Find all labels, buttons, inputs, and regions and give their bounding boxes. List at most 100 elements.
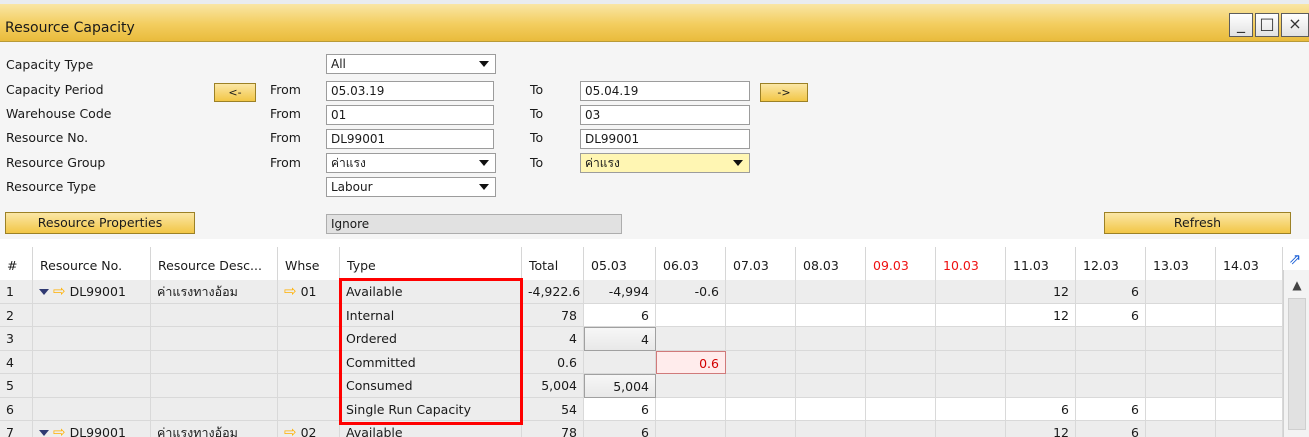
day-cell-1303[interactable] — [1146, 303, 1216, 327]
resource-no-to-input[interactable]: DL99001 — [580, 129, 750, 149]
day-cell-1203[interactable]: 6 — [1076, 303, 1146, 327]
whse-cell — [278, 327, 340, 351]
refresh-button[interactable]: Refresh — [1104, 212, 1291, 234]
table-row[interactable]: 1 ⇨ DL99001 ค่าแรงทางอ้อม ⇨ 01 Available… — [0, 280, 1283, 304]
chevron-down-icon — [733, 160, 743, 166]
resource-no-cell[interactable]: ⇨ DL99001 — [33, 280, 151, 304]
scroll-up-icon[interactable]: ▲ — [1284, 274, 1309, 296]
day-cell-0503[interactable]: 4 — [584, 327, 656, 351]
day-cell-1103 — [1006, 327, 1076, 351]
resource-group-label: Resource Group — [6, 155, 106, 170]
resource-desc-cell: ค่าแรงทางอ้อม — [151, 280, 278, 304]
close-button[interactable]: × — [1281, 13, 1309, 37]
resource-properties-button[interactable]: Resource Properties — [5, 212, 195, 234]
day-cell-0703 — [726, 327, 796, 351]
day-cell-0603 — [656, 327, 726, 351]
capacity-type-select[interactable]: All — [326, 54, 496, 74]
table-row[interactable]: 6 Single Run Capacity 54 6 6 6 — [0, 397, 1283, 421]
day-cell-0503[interactable]: 5,004 — [584, 374, 656, 398]
expand-grid-icon[interactable]: ⇗ — [1286, 250, 1304, 268]
whse-value: 02 — [300, 425, 317, 437]
capacity-period-label: Capacity Period — [6, 82, 104, 97]
table-row[interactable]: 2 Internal 78 6 12 6 — [0, 303, 1283, 327]
whse-cell — [278, 350, 340, 374]
resource-no-cell — [33, 350, 151, 374]
period-next-button[interactable]: -> — [760, 83, 808, 102]
period-from-input[interactable]: 05.03.19 — [326, 81, 494, 101]
day-cell-0903[interactable] — [866, 303, 936, 327]
day-cell-0703 — [726, 374, 796, 398]
minimize-button[interactable]: _ — [1229, 13, 1253, 37]
day-cell-1203[interactable]: 6 — [1076, 397, 1146, 421]
maximize-button[interactable]: □ — [1255, 13, 1279, 37]
day-cell-1003[interactable] — [936, 397, 1006, 421]
day-cell-0803 — [796, 374, 866, 398]
resource-group-from-select[interactable]: ค่าแรง — [326, 153, 496, 173]
total-cell: 54 — [522, 397, 584, 421]
day-cell-0803[interactable] — [796, 397, 866, 421]
day-cell-0603[interactable] — [656, 397, 726, 421]
link-arrow-icon[interactable]: ⇨ — [284, 282, 297, 300]
day-cell-0503[interactable]: 6 — [584, 397, 656, 421]
resource-no-cell[interactable]: ⇨ DL99001 — [33, 421, 151, 437]
day-cell-1303 — [1146, 327, 1216, 351]
link-arrow-icon[interactable]: ⇨ — [53, 282, 66, 300]
day-cell-0703 — [726, 350, 796, 374]
selection-criteria: Capacity Type All Capacity Period <- Fro… — [0, 42, 1309, 239]
resource-no-from-input[interactable]: DL99001 — [326, 129, 494, 149]
day-cell-0803 — [796, 327, 866, 351]
day-cell-0903 — [866, 374, 936, 398]
day-cell-1403[interactable] — [1216, 303, 1283, 327]
day-cell-1103: 12 — [1006, 421, 1076, 437]
warehouse-from-input[interactable]: 01 — [326, 105, 494, 125]
day-cell-1003 — [936, 327, 1006, 351]
day-cell-0703[interactable] — [726, 303, 796, 327]
vertical-scrollbar[interactable]: ▲ — [1283, 270, 1309, 437]
day-cell-1103[interactable]: 6 — [1006, 397, 1076, 421]
day-cell-1203: 6 — [1076, 280, 1146, 304]
day-cell-1303[interactable] — [1146, 397, 1216, 421]
resource-group-to-select[interactable]: ค่าแรง — [580, 153, 750, 173]
period-to-input[interactable]: 05.04.19 — [580, 81, 750, 101]
day-cell-1103 — [1006, 374, 1076, 398]
day-cell-0503 — [584, 350, 656, 374]
link-arrow-icon[interactable]: ⇨ — [53, 423, 66, 437]
day-cell-0703[interactable] — [726, 397, 796, 421]
resource-type-select[interactable]: Labour — [326, 177, 496, 197]
period-prev-button[interactable]: <- — [214, 83, 256, 102]
whse-cell[interactable]: ⇨ 01 — [278, 280, 340, 304]
resource-group-from-value: ค่าแรง — [331, 156, 366, 170]
resource-type-label: Resource Type — [6, 179, 97, 194]
expand-icon[interactable] — [39, 430, 49, 436]
resource-group-from-label: From — [270, 155, 301, 170]
warehouse-code-label: Warehouse Code — [6, 106, 112, 121]
day-cell-1403 — [1216, 350, 1283, 374]
table-row[interactable]: 3 Ordered 4 4 — [0, 327, 1283, 351]
day-cell-1203: 6 — [1076, 421, 1146, 437]
table-row[interactable]: 5 Consumed 5,004 5,004 — [0, 374, 1283, 398]
scroll-thumb[interactable] — [1288, 298, 1306, 430]
day-cell-1303 — [1146, 421, 1216, 437]
expand-icon[interactable] — [39, 289, 49, 295]
day-cell-0503[interactable]: 6 — [584, 303, 656, 327]
day-cell-0603[interactable] — [656, 303, 726, 327]
row-number: 3 — [0, 327, 33, 351]
day-cell-0903[interactable] — [866, 397, 936, 421]
whse-cell[interactable]: ⇨ 02 — [278, 421, 340, 437]
table-row[interactable]: 7 ⇨ DL99001 ค่าแรงทางอ้อม ⇨ 02 Available… — [0, 421, 1283, 437]
row-number: 7 — [0, 421, 33, 437]
period-from-label: From — [270, 82, 301, 97]
day-cell-0803[interactable] — [796, 303, 866, 327]
day-cell-1403[interactable] — [1216, 397, 1283, 421]
period-to-label: To — [530, 82, 544, 97]
total-cell: 5,004 — [522, 374, 584, 398]
day-cell-1103[interactable]: 12 — [1006, 303, 1076, 327]
warehouse-to-input[interactable]: 03 — [580, 105, 750, 125]
resource-capacity-window: Resource Capacity _ □ × Capacity Type Al… — [0, 0, 1309, 437]
day-cell-0603[interactable]: 0.6 — [656, 350, 726, 374]
row-number: 1 — [0, 280, 33, 304]
link-arrow-icon[interactable]: ⇨ — [284, 423, 297, 437]
table-row[interactable]: 4 Committed 0.6 0.6 — [0, 350, 1283, 374]
day-cell-1003[interactable] — [936, 303, 1006, 327]
resource-desc-cell — [151, 350, 278, 374]
